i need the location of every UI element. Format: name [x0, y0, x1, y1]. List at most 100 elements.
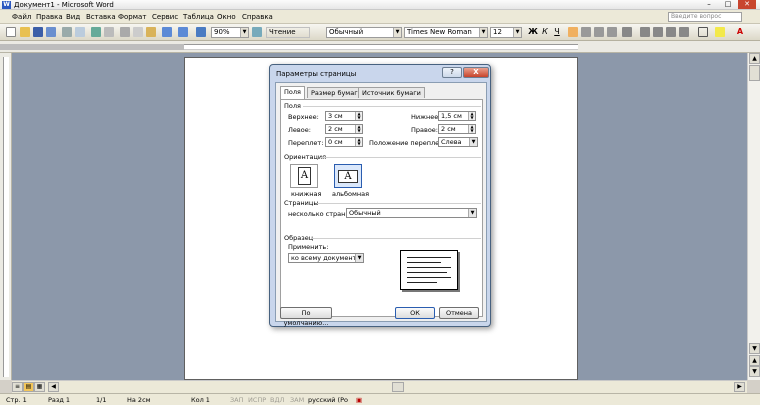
normal-view-icon[interactable]: ≡: [12, 382, 23, 392]
menu-file[interactable]: Файл: [12, 13, 31, 21]
minimize-button[interactable]: –: [700, 0, 718, 9]
apply-to-select[interactable]: ко всему документу ▼: [288, 253, 364, 263]
numbering-icon[interactable]: [640, 27, 650, 37]
reading-mode-button[interactable]: Чтение: [266, 27, 310, 38]
previous-page-icon[interactable]: ▲: [749, 355, 760, 366]
open-icon[interactable]: [20, 27, 30, 37]
help-icon[interactable]: [252, 27, 262, 37]
bottom-margin-field[interactable]: 1,5 см ▲ ▼: [438, 111, 476, 121]
bottom-margin-value: 1,5 см: [441, 112, 462, 120]
zoom-select[interactable]: 90% ▼: [211, 27, 249, 38]
next-page-icon[interactable]: ▼: [749, 366, 760, 377]
justify-icon[interactable]: [607, 27, 617, 37]
outline-view-icon[interactable]: ▦: [34, 382, 45, 392]
style-select[interactable]: Обычный ▼: [326, 27, 402, 38]
align-center-icon[interactable]: [581, 27, 591, 37]
scroll-right-icon[interactable]: ▶: [734, 382, 745, 392]
underline-icon[interactable]: Ч: [552, 27, 562, 37]
print-icon[interactable]: [62, 27, 72, 37]
maximize-button[interactable]: □: [719, 0, 737, 9]
hscroll-thumb[interactable]: [392, 382, 404, 392]
menu-table[interactable]: Таблица: [183, 13, 214, 21]
preview-line: [407, 257, 451, 258]
scroll-left-icon[interactable]: ◀: [48, 382, 59, 392]
vertical-ruler[interactable]: [0, 53, 12, 380]
spin-arrows-icon[interactable]: ▲ ▼: [468, 112, 475, 120]
dialog-close-button[interactable]: X: [463, 67, 489, 78]
line-spacing-icon[interactable]: [622, 27, 632, 37]
menu-edit[interactable]: Правка: [36, 13, 63, 21]
preview-line: [407, 262, 441, 263]
decrease-indent-icon[interactable]: [666, 27, 676, 37]
vertical-scrollbar[interactable]: ▲ ▼ ▲ ▼: [747, 53, 760, 380]
word-app-icon[interactable]: W: [2, 1, 11, 9]
close-window-button[interactable]: ✕: [738, 0, 756, 9]
research-icon[interactable]: [104, 27, 114, 37]
status-language[interactable]: русский (Ро: [308, 396, 348, 404]
right-margin-field[interactable]: 2 см ▲ ▼: [438, 124, 476, 134]
spin-arrows-icon[interactable]: ▲ ▼: [468, 125, 475, 133]
font-size-select[interactable]: 12 ▼: [490, 27, 522, 38]
menu-tools[interactable]: Сервис: [152, 13, 178, 21]
paste-icon[interactable]: [146, 27, 156, 37]
gutter-field[interactable]: 0 см ▲ ▼: [325, 137, 363, 147]
scroll-up-icon[interactable]: ▲: [749, 53, 760, 64]
bold-icon[interactable]: Ж: [528, 27, 538, 37]
spin-arrows-icon[interactable]: ▲ ▼: [355, 125, 362, 133]
menu-window[interactable]: Окно: [217, 13, 236, 21]
menu-help[interactable]: Справка: [242, 13, 273, 21]
ok-button[interactable]: ОК: [395, 307, 435, 319]
scroll-thumb[interactable]: [749, 65, 760, 81]
chevron-down-icon: ▼: [355, 254, 363, 262]
dialog-help-button[interactable]: ?: [442, 67, 462, 78]
cut-icon[interactable]: [120, 27, 130, 37]
spin-arrows-icon[interactable]: ▲ ▼: [355, 112, 362, 120]
permission-icon[interactable]: [46, 27, 56, 37]
print-layout-icon[interactable]: ▤: [23, 382, 34, 392]
border-icon[interactable]: [698, 27, 708, 37]
bullets-icon[interactable]: [653, 27, 663, 37]
status-track[interactable]: ИСПР: [248, 396, 266, 404]
tab-paper-source[interactable]: Источник бумаги: [358, 87, 425, 98]
status-extend[interactable]: ВДЛ: [270, 396, 284, 404]
new-icon[interactable]: [6, 27, 16, 37]
left-margin-field[interactable]: 2 см ▲ ▼: [325, 124, 363, 134]
default-button[interactable]: По умолчанию...: [280, 307, 332, 327]
undo-icon[interactable]: [162, 27, 172, 37]
horizontal-scrollbar[interactable]: ≡ ▤ ▦ ◀ ▶: [12, 380, 747, 393]
sample-section-title: Образец: [284, 234, 314, 242]
gutter-position-select[interactable]: Слева ▼: [438, 137, 478, 147]
status-rec[interactable]: ЗАП: [230, 396, 244, 404]
font-select[interactable]: Times New Roman ▼: [404, 27, 488, 38]
hyperlink-icon[interactable]: [196, 27, 206, 37]
top-margin-field[interactable]: 3 см ▲ ▼: [325, 111, 363, 121]
cancel-button[interactable]: Отмена: [439, 307, 479, 319]
menu-insert[interactable]: Вставка: [86, 13, 116, 21]
horizontal-ruler[interactable]: [0, 41, 760, 53]
menu-format[interactable]: Формат: [118, 13, 146, 21]
landscape-option[interactable]: A: [334, 164, 362, 188]
increase-indent-icon[interactable]: [679, 27, 689, 37]
portrait-option[interactable]: A: [290, 164, 318, 188]
align-left-icon[interactable]: [568, 27, 578, 37]
spelling-status-icon[interactable]: ▣: [356, 396, 362, 404]
spelling-icon[interactable]: [91, 27, 101, 37]
menu-view[interactable]: Вид: [66, 13, 80, 21]
spin-arrows-icon[interactable]: ▲ ▼: [355, 138, 362, 146]
save-icon[interactable]: [33, 27, 43, 37]
redo-icon[interactable]: [178, 27, 188, 37]
font-color-icon[interactable]: A: [735, 27, 745, 37]
italic-icon[interactable]: К: [540, 27, 550, 37]
highlight-icon[interactable]: [715, 27, 725, 37]
print-preview-icon[interactable]: [75, 27, 85, 37]
status-overwrite[interactable]: ЗАМ: [290, 396, 304, 404]
tab-margins[interactable]: Поля: [280, 86, 305, 99]
scroll-down-icon[interactable]: ▼: [749, 343, 760, 354]
window-title: Документ1 - Microsoft Word: [14, 1, 114, 9]
help-search-input[interactable]: Введите вопрос: [668, 12, 742, 22]
align-right-icon[interactable]: [594, 27, 604, 37]
copy-icon[interactable]: [133, 27, 143, 37]
section-divider: [311, 238, 481, 239]
top-margin-value: 3 см: [328, 112, 343, 120]
multiple-pages-select[interactable]: Обычный ▼: [346, 208, 477, 218]
